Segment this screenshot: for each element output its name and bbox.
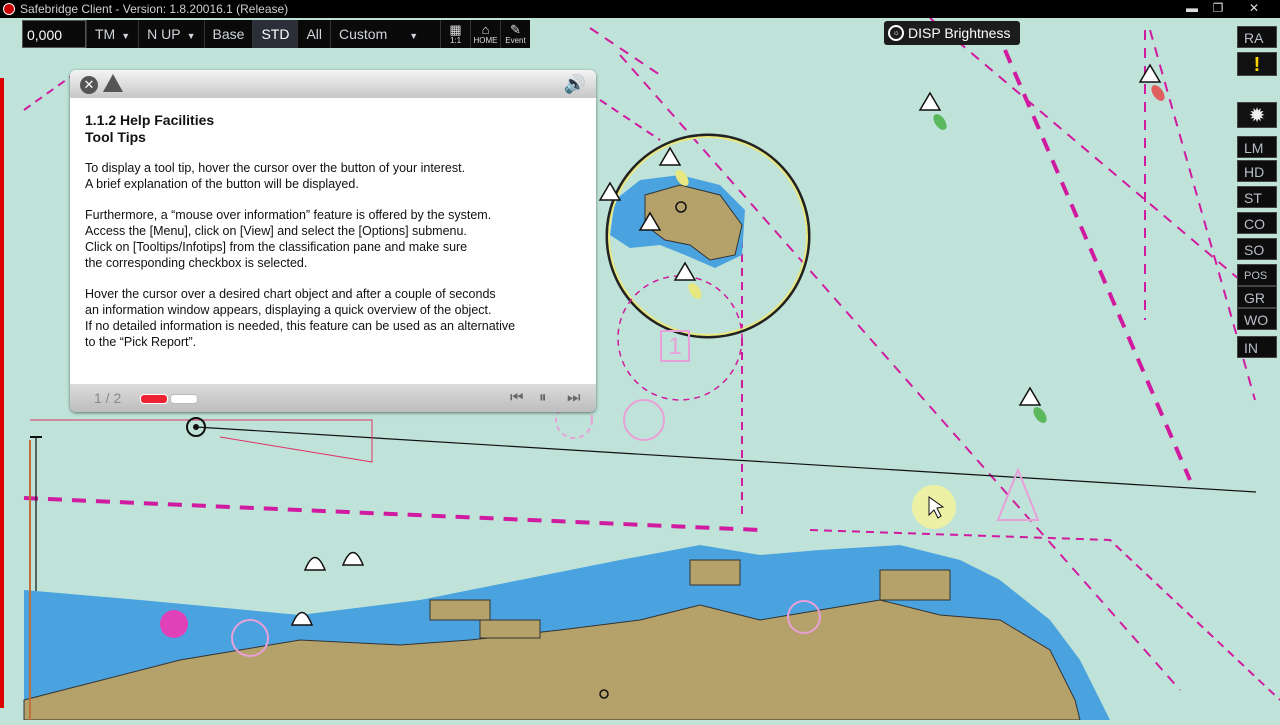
- motion-mode-dropdown[interactable]: TM ▼: [86, 20, 138, 48]
- gear-icon[interactable]: ✹: [1237, 102, 1277, 128]
- help-section-title: Tool Tips: [85, 129, 146, 145]
- home-button[interactable]: ⌂ HOME: [470, 20, 500, 48]
- orientation-label: N UP: [147, 26, 181, 42]
- help-tooltip-panel: ✕ 🔊 1.1.2 Help Facilities Tool Tips To d…: [70, 70, 596, 412]
- orientation-dropdown[interactable]: N UP ▼: [138, 20, 203, 48]
- window-title: Safebridge Client - Version: 1.8.20016.1…: [20, 2, 289, 16]
- chevron-down-icon: ▼: [409, 31, 419, 41]
- disp-brightness-label: DISP Brightness: [908, 25, 1011, 41]
- home-label: HOME: [473, 36, 498, 45]
- chevron-down-icon: ▼: [186, 31, 196, 41]
- maximize-button[interactable]: ❐: [1207, 1, 1229, 16]
- previous-icon[interactable]: ⏮: [510, 389, 524, 406]
- map-icon: ▦: [449, 22, 462, 37]
- anchorage-label: 1: [660, 330, 690, 362]
- chevron-down-icon: ▼: [121, 31, 131, 41]
- rp-item-hd[interactable]: HD: [1237, 160, 1277, 182]
- minimize-button[interactable]: ▬: [1181, 1, 1203, 16]
- brightness-icon: ☼: [888, 25, 904, 41]
- display-custom-label: Custom: [339, 26, 388, 42]
- display-custom-dropdown[interactable]: Custom ▼: [330, 20, 440, 48]
- motion-mode-label: TM: [95, 26, 116, 42]
- left-status-bar: [0, 78, 4, 708]
- sound-icon[interactable]: 🔊: [564, 74, 586, 95]
- rp-item-ra[interactable]: RA: [1237, 26, 1277, 48]
- rp-item-wo[interactable]: WO: [1237, 308, 1277, 330]
- rp-item-lm[interactable]: LM: [1237, 136, 1277, 158]
- scale-field[interactable]: 0,000: [22, 20, 86, 48]
- help-footer: 1 / 2 ⏮ ⏸ ⏭: [70, 384, 596, 412]
- app-icon: [3, 3, 15, 15]
- page-dot[interactable]: [170, 394, 198, 404]
- close-icon[interactable]: ✕: [80, 76, 98, 94]
- close-window-button[interactable]: ✕: [1239, 1, 1269, 16]
- display-base-button[interactable]: Base: [203, 20, 253, 48]
- help-section-number: 1.1.2 Help Facilities: [85, 112, 215, 128]
- event-label: Event: [505, 36, 526, 45]
- next-icon[interactable]: ⏭: [567, 389, 581, 406]
- help-paragraph-1: To display a tool tip, hover the cursor …: [85, 161, 466, 191]
- home-icon: ⌂: [481, 22, 490, 37]
- display-all-button[interactable]: All: [297, 20, 330, 48]
- scale-1to1-button[interactable]: ▦ 1:1: [440, 20, 470, 48]
- window-titlebar: Safebridge Client - Version: 1.8.20016.1…: [0, 0, 1280, 18]
- event-icon: ✎: [510, 22, 521, 37]
- warning-icon[interactable]: !: [1237, 52, 1277, 76]
- rp-item-st[interactable]: ST: [1237, 186, 1277, 208]
- disp-brightness-button[interactable]: ☼ DISP Brightness: [884, 21, 1021, 45]
- help-content: 1.1.2 Help Facilities Tool Tips To displ…: [70, 98, 596, 384]
- rp-item-in[interactable]: IN: [1237, 336, 1277, 358]
- chart-toolbar: 0,000 TM ▼ N UP ▼ Base STD All Custom ▼ ▦ 1:…: [22, 20, 530, 48]
- help-paragraph-3: Hover the cursor over a desired chart ob…: [85, 287, 516, 349]
- warning-triangle-icon: [103, 74, 123, 92]
- help-header: ✕ 🔊: [70, 70, 596, 98]
- page-dot-active[interactable]: [140, 394, 168, 404]
- rp-item-pos[interactable]: POS: [1237, 264, 1277, 286]
- help-paragraph-2: Furthermore, a “mouse over information” …: [85, 208, 492, 270]
- display-std-button[interactable]: STD: [252, 20, 298, 48]
- event-button[interactable]: ✎ Event: [500, 20, 530, 48]
- rp-item-gr[interactable]: GR: [1237, 286, 1277, 308]
- rp-item-co[interactable]: CO: [1237, 212, 1277, 234]
- page-indicator: 1 / 2: [94, 390, 122, 406]
- pause-icon[interactable]: ⏸: [539, 389, 547, 406]
- scale-1to1-label: 1:1: [449, 36, 462, 45]
- rp-item-so[interactable]: SO: [1237, 238, 1277, 260]
